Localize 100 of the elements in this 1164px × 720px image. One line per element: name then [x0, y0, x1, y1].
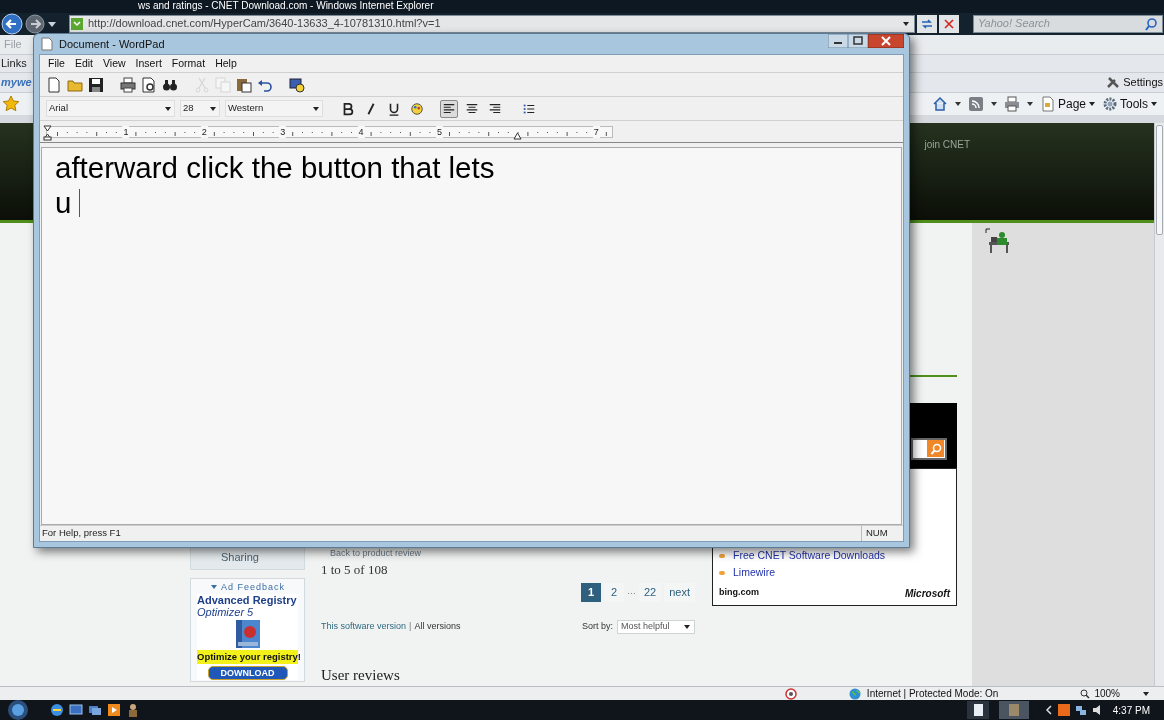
size-dropdown[interactable]: 28 — [180, 100, 220, 117]
media-icon[interactable] — [107, 703, 121, 717]
gear-icon — [1102, 95, 1118, 112]
keyboard-indicator: NUM — [861, 526, 901, 541]
result-link[interactable]: Limewire — [733, 565, 775, 581]
join-link[interactable]: join CNET — [924, 136, 970, 152]
back-icon[interactable] — [1, 12, 23, 35]
script-dropdown[interactable]: Western — [225, 100, 323, 117]
brand-label: Microsoft — [905, 586, 950, 601]
version-link[interactable]: This software version — [321, 619, 407, 634]
align-center-icon — [465, 101, 479, 116]
paste-icon[interactable] — [236, 76, 252, 93]
download-button[interactable]: DOWNLOAD — [207, 666, 288, 681]
close-icon[interactable] — [939, 14, 959, 33]
settings-button[interactable]: Settings — [1123, 74, 1163, 91]
caret-icon — [164, 104, 172, 113]
dropdown-icon[interactable] — [1025, 99, 1034, 108]
privacy-icon[interactable] — [784, 687, 797, 700]
window-title: ws and ratings - CNET Download.com - Windows Internet Explorer — [138, 1, 434, 12]
forward-icon[interactable] — [25, 13, 45, 34]
calendar-clock-icon[interactable] — [289, 76, 305, 93]
menu-item[interactable]: Insert — [131, 55, 166, 72]
pagination-ellipsis: … — [626, 585, 636, 599]
security-zone: Internet | Protected Mode: On — [866, 687, 999, 701]
document-task-icon[interactable] — [966, 701, 989, 719]
page-icon — [1039, 95, 1056, 112]
document-text: afterward click the button that lets — [55, 150, 495, 185]
expand-icon[interactable] — [1044, 705, 1053, 715]
scrollbar-thumb[interactable] — [1156, 124, 1163, 235]
page-menu-button[interactable]: Page — [1039, 94, 1096, 113]
ruler-number: 7 — [592, 125, 600, 138]
status-text: For Help, press F1 — [42, 526, 122, 541]
ruler-number: 4 — [357, 125, 365, 138]
save-icon[interactable] — [88, 76, 104, 93]
ad-feedback-link[interactable]: Ad Feedback — [220, 580, 285, 594]
close-icon[interactable] — [868, 34, 904, 48]
minimize-icon[interactable] — [828, 34, 848, 48]
provider-label: bing.com — [719, 586, 759, 600]
result-link[interactable]: Free CNET Software Downloads — [733, 548, 886, 564]
all-versions-link[interactable]: All versions — [414, 619, 461, 634]
feed-icon[interactable] — [967, 95, 984, 112]
toolbar-logo[interactable]: mywe — [1, 74, 32, 91]
bullet-icon — [719, 554, 725, 558]
tray-app-icon[interactable] — [1057, 704, 1070, 716]
sort-dropdown[interactable]: Most helpful — [617, 619, 695, 634]
program-task-icon[interactable] — [998, 701, 1029, 719]
align-right-icon — [488, 101, 502, 116]
caret-icon — [902, 19, 910, 28]
ruler-number: 3 — [279, 125, 287, 138]
person-at-desk-icon — [985, 227, 1011, 254]
ruler-number: 2 — [200, 125, 208, 138]
window-title: Document - WordPad — [59, 36, 165, 52]
desktop-icon[interactable] — [69, 703, 83, 717]
palette-icon — [410, 101, 424, 116]
menu-item[interactable]: Edit — [70, 55, 97, 72]
dropdown-icon[interactable] — [953, 99, 962, 108]
clock[interactable]: 4:37 PM — [1112, 702, 1150, 718]
text-cursor — [79, 188, 81, 217]
align-left-button[interactable] — [440, 99, 458, 118]
dropdown-icon[interactable] — [989, 99, 998, 108]
indent-marker-icon[interactable] — [43, 124, 52, 141]
zoom-button[interactable]: 100% — [1080, 686, 1150, 701]
document-text: u — [55, 185, 72, 220]
result-count: 1 to 5 of 108 — [321, 561, 388, 579]
person-icon[interactable] — [126, 703, 140, 717]
ruler-number: 1 — [122, 125, 130, 138]
caret-icon — [1142, 689, 1150, 698]
font-dropdown[interactable]: Arial — [46, 100, 175, 117]
menu-item[interactable]: View — [99, 55, 130, 72]
window-switch-icon[interactable] — [88, 703, 102, 717]
print-preview-icon[interactable] — [141, 76, 157, 93]
new-document-icon[interactable] — [46, 76, 62, 93]
bullet-icon — [719, 571, 725, 575]
tools-menu-button[interactable]: Tools — [1102, 94, 1158, 113]
caret-icon — [1088, 99, 1096, 108]
pagination-button[interactable]: 1 — [580, 582, 601, 602]
search-icon[interactable] — [1144, 16, 1158, 31]
underline-icon — [387, 101, 401, 116]
maximize-icon[interactable] — [848, 34, 868, 48]
browser-icon[interactable] — [50, 703, 64, 717]
menu-item[interactable]: Help — [211, 55, 241, 72]
menu-item[interactable]: File — [44, 55, 69, 72]
star-icon[interactable] — [2, 94, 20, 113]
page-icon — [70, 16, 84, 31]
indent-marker-icon[interactable] — [513, 131, 522, 140]
menu-item[interactable]: Format — [167, 55, 210, 72]
links-label[interactable]: Links — [1, 54, 27, 72]
section-heading: User reviews — [321, 665, 400, 685]
search-field[interactable] — [911, 437, 947, 460]
address-field[interactable]: http://download.cnet.com/HyperCam/3640-13633_4-10781310.html?v=1 — [69, 14, 915, 33]
caret-icon — [1150, 99, 1158, 108]
refresh-icon[interactable] — [917, 14, 937, 33]
printer-icon[interactable] — [1003, 95, 1020, 112]
ad-title: Advanced Registry — [197, 594, 297, 606]
printer-icon[interactable] — [120, 76, 136, 93]
network-icon[interactable] — [1074, 704, 1087, 716]
back-link[interactable]: Back to product review — [330, 546, 695, 560]
document-area[interactable]: afterward click the button that lets u — [41, 147, 902, 525]
scrollbar[interactable] — [1154, 122, 1164, 686]
home-icon[interactable] — [931, 95, 948, 112]
